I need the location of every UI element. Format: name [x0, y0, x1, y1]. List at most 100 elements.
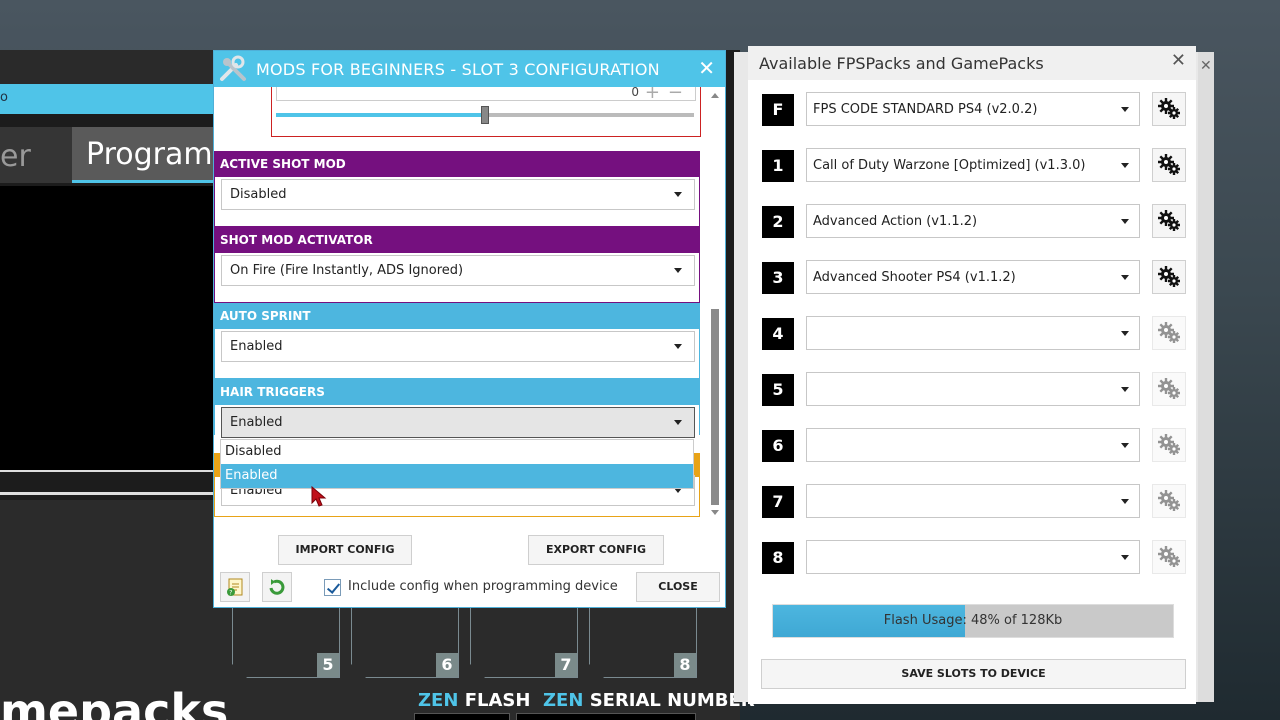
slot-key: 3: [762, 262, 794, 294]
gamepacks-heading: mepacks: [0, 684, 229, 720]
shot-mod-activator-dropdown[interactable]: On Fire (Fire Instantly, ADS Ignored): [221, 255, 695, 286]
slot-pack-dropdown[interactable]: Advanced Action (v1.1.2): [806, 204, 1140, 238]
slot-settings-button[interactable]: [1152, 260, 1186, 294]
include-config-label: Include config when programming device: [348, 579, 618, 594]
slot-settings-button[interactable]: [1152, 316, 1186, 350]
chevron-down-icon: [1121, 443, 1129, 448]
slot-key: 7: [762, 486, 794, 518]
chevron-down-icon: [1121, 163, 1129, 168]
bg-slot-6[interactable]: 6: [351, 608, 459, 678]
slot-settings-button[interactable]: [1152, 540, 1186, 574]
tools-icon: [220, 55, 246, 81]
slot-pack-dropdown[interactable]: [806, 316, 1140, 350]
bg-slot-number: 6: [436, 653, 458, 677]
slot-key: 6: [762, 430, 794, 462]
close-button[interactable]: CLOSE: [636, 572, 720, 602]
close-icon[interactable]: ✕: [1171, 50, 1186, 71]
section-box-active-shot-mod: Disabled: [214, 177, 700, 227]
slot-key: 5: [762, 374, 794, 406]
slot-key: 2: [762, 206, 794, 238]
close-icon[interactable]: ✕: [1200, 58, 1212, 74]
bluebar-text: o: [0, 90, 8, 105]
refresh-icon: [269, 579, 285, 595]
dropdown-value: Disabled: [230, 187, 287, 202]
active-shot-mod-dropdown[interactable]: Disabled: [221, 179, 695, 210]
slot-pack-dropdown[interactable]: [806, 428, 1140, 462]
slot-key: 4: [762, 318, 794, 350]
scroll-down-icon[interactable]: [711, 510, 719, 515]
close-icon[interactable]: ✕: [698, 56, 715, 80]
config-scroll-area[interactable]: 0 +− ACTIVE SHOT MOD Disabled SHOT MOD A…: [214, 87, 725, 521]
gear-icon: [1153, 322, 1185, 353]
slot-pack-value: Call of Duty Warzone [Optimized] (v1.3.0…: [813, 158, 1086, 173]
slot-key: 8: [762, 542, 794, 574]
include-config-checkbox[interactable]: [324, 579, 341, 596]
plus-minus-icon[interactable]: +−: [645, 87, 691, 103]
bg-slot-7[interactable]: 7: [470, 608, 578, 678]
slot-row-f: F FPS CODE STANDARD PS4 (v2.0.2): [762, 92, 1186, 126]
slider-value-field[interactable]: 0 +−: [276, 87, 696, 103]
chevron-down-icon: [1121, 275, 1129, 280]
scrollbar-thumb[interactable]: [711, 309, 719, 505]
tab-partial[interactable]: er: [0, 139, 31, 174]
section-header-shot-mod-activator: SHOT MOD ACTIVATOR: [214, 227, 700, 253]
slider-setting-box: 0 +−: [271, 87, 701, 137]
auto-sprint-dropdown[interactable]: Enabled: [221, 331, 695, 362]
slider-fill: [276, 113, 485, 117]
flash-usage-label: Flash Usage: 48% of 128Kb: [883, 613, 1063, 628]
config-titlebar[interactable]: MODS FOR BEGINNERS - SLOT 3 CONFIGURATIO…: [214, 51, 725, 87]
config-title: MODS FOR BEGINNERS - SLOT 3 CONFIGURATIO…: [256, 60, 660, 79]
slot-pack-dropdown[interactable]: Advanced Shooter PS4 (v1.1.2): [806, 260, 1140, 294]
section-header-auto-sprint: AUTO SPRINT: [214, 303, 700, 329]
export-config-button[interactable]: EXPORT CONFIG: [528, 535, 664, 565]
slot-settings-button[interactable]: [1152, 484, 1186, 518]
gear-icon: [1153, 154, 1185, 185]
slot-row-5: 5: [762, 372, 1186, 406]
slider-track[interactable]: [276, 106, 694, 124]
section-box-hair-triggers: Enabled: [214, 405, 700, 438]
slot-pack-dropdown[interactable]: [806, 540, 1140, 574]
refresh-button[interactable]: [262, 572, 292, 602]
slider-thumb[interactable]: [481, 106, 489, 124]
slot-pack-dropdown[interactable]: [806, 372, 1140, 406]
tab-program[interactable]: Program: [72, 127, 214, 183]
bg-slot-5[interactable]: 5: [232, 608, 340, 678]
help-button[interactable]: ?: [220, 572, 250, 602]
import-config-button[interactable]: IMPORT CONFIG: [278, 535, 412, 565]
slot-pack-value: Advanced Shooter PS4 (v1.1.2): [813, 270, 1016, 285]
slot-pack-dropdown[interactable]: FPS CODE STANDARD PS4 (v2.0.2): [806, 92, 1140, 126]
bg-slot-number: 7: [555, 653, 577, 677]
dropdown-option-disabled[interactable]: Disabled: [221, 440, 693, 464]
dropdown-option-enabled[interactable]: Enabled: [221, 464, 693, 488]
chevron-down-icon: [1121, 387, 1129, 392]
slot-settings-button[interactable]: [1152, 92, 1186, 126]
config-scrollbar[interactable]: [708, 87, 722, 521]
chevron-down-icon: [674, 268, 682, 273]
slot-pack-dropdown[interactable]: Call of Duty Warzone [Optimized] (v1.3.0…: [806, 148, 1140, 182]
slot-settings-button[interactable]: [1152, 372, 1186, 406]
serial-label: SERIAL NUMBER: [589, 690, 755, 711]
background-preview-pane: [0, 186, 214, 472]
fps-titlebar[interactable]: Available FPSPacks and GamePacks ✕: [748, 46, 1196, 80]
slot-settings-button[interactable]: [1152, 428, 1186, 462]
scroll-up-icon[interactable]: [711, 93, 719, 98]
slot-pack-dropdown[interactable]: [806, 484, 1140, 518]
hair-triggers-dropdown[interactable]: Enabled: [221, 407, 695, 438]
chevron-down-icon: [674, 420, 682, 425]
slider-value: 0: [631, 87, 639, 99]
zen-labels: ZEN FLASH ZEN SERIAL NUMBER: [418, 690, 755, 711]
slot-settings-button[interactable]: [1152, 204, 1186, 238]
chevron-down-icon: [1121, 555, 1129, 560]
chevron-down-icon: [1121, 219, 1129, 224]
dropdown-value: On Fire (Fire Instantly, ADS Ignored): [230, 263, 464, 278]
chevron-down-icon: [1121, 107, 1129, 112]
help-document-icon: ?: [227, 578, 243, 597]
slot-row-4: 4: [762, 316, 1186, 350]
slot-settings-button[interactable]: [1152, 148, 1186, 182]
dropdown-list: Disabled Enabled: [220, 439, 694, 489]
gear-icon: [1153, 378, 1185, 409]
save-slots-button[interactable]: SAVE SLOTS TO DEVICE: [761, 659, 1186, 689]
dropdown-value: Enabled: [230, 339, 283, 354]
bg-slot-number: 5: [317, 653, 339, 677]
bg-slot-8[interactable]: 8: [589, 608, 697, 678]
